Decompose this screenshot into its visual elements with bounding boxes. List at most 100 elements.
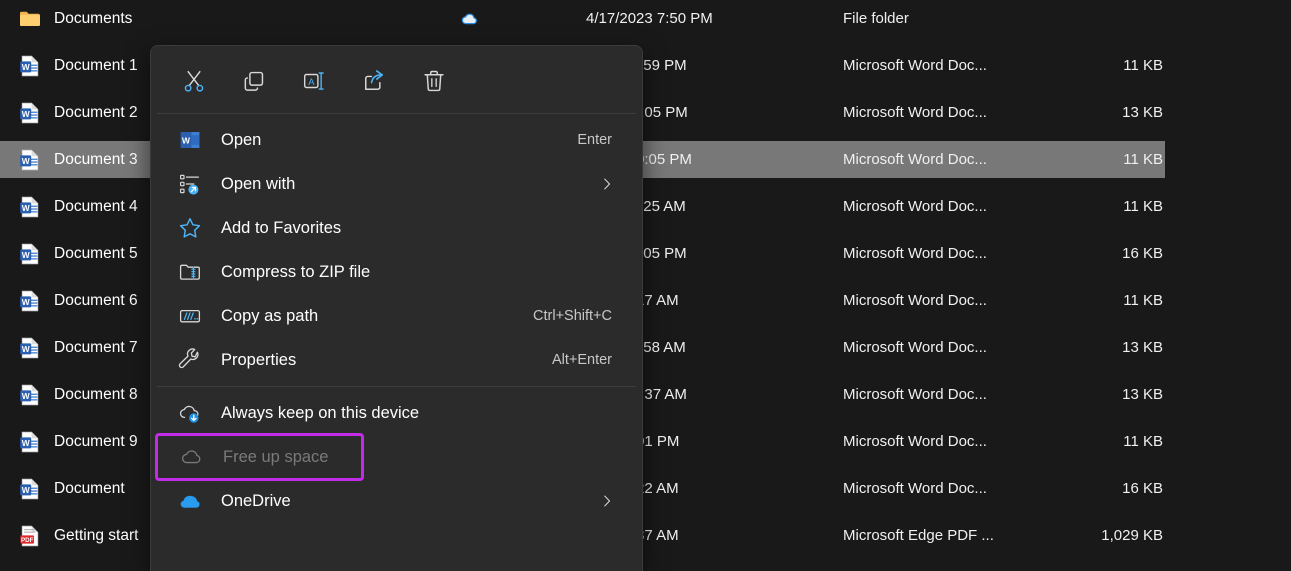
context-menu: A W Open Enter Open with Add to Favorites Com… [150,45,643,571]
word-doc-icon: W [18,101,42,125]
menu-item-free-up-space: Free up space [155,433,364,481]
file-type-cell: Microsoft Word Doc... [843,245,987,262]
svg-text:W: W [22,390,30,400]
file-size-cell: 13 KB [1122,104,1163,121]
wrench-icon [177,347,203,373]
file-name-label: Document 8 [54,385,138,403]
file-size-cell: 16 KB [1122,480,1163,497]
file-size-cell: 11 KB [1123,57,1163,74]
menu-item-onedrive[interactable]: OneDrive [155,479,638,523]
file-type-cell: Microsoft Word Doc... [843,292,987,309]
svg-text:W: W [22,296,30,306]
cloud-download-icon [177,400,203,426]
file-type-cell: File folder [843,10,909,27]
share-icon [361,68,385,92]
file-status-cell [455,9,485,29]
menu-item-compress-to-zip-file[interactable]: Compress to ZIP file [155,250,638,294]
menu-item-open-with[interactable]: Open with [155,162,638,206]
file-name-label: Document 6 [54,291,138,309]
svg-text:A: A [308,76,315,86]
file-name-label: Document 1 [54,56,138,74]
menu-item-add-to-favorites[interactable]: Add to Favorites [155,206,638,250]
file-type-cell: Microsoft Word Doc... [843,151,987,168]
context-menu-group-onedrive: Always keep on this device Free up space O… [151,387,642,527]
file-type-cell: Microsoft Word Doc... [843,104,987,121]
pdf-doc-icon: PDF [18,524,42,548]
word-doc-icon: W [18,383,42,407]
context-menu-toolbar: A [151,46,642,113]
file-name-cell: Documents [18,7,448,31]
menu-item-accelerator: Alt+Enter [551,352,612,368]
delete-button[interactable] [413,60,453,100]
file-name-label: Document 5 [54,244,138,262]
menu-item-label: Open with [221,174,296,193]
file-size-cell: 11 KB [1123,292,1163,309]
menu-item-label: Compress to ZIP file [221,262,371,281]
file-name-label: Document 4 [54,197,138,215]
file-size-cell: 13 KB [1122,386,1163,403]
word-doc-icon: W [18,54,42,78]
svg-text:W: W [22,155,30,165]
menu-item-open[interactable]: W Open Enter [155,118,638,162]
file-type-cell: Microsoft Edge PDF ... [843,527,994,544]
scissors-icon [181,68,205,92]
word-doc-icon: W [18,242,42,266]
menu-item-label: Open [221,130,262,149]
menu-item-accelerator: Enter [577,132,612,148]
file-explorer-window: Documents 4/17/2023 7:50 PM File folder W Do… [0,0,1291,571]
share-button[interactable] [353,60,393,100]
file-size-cell: 11 KB [1123,151,1163,168]
word-doc-icon: W [18,477,42,501]
svg-text:W: W [182,136,191,146]
menu-item-label: Properties [221,350,297,369]
menu-item-label: Always keep on this device [221,403,420,422]
menu-item-copy-as-path[interactable]: Copy as path Ctrl+Shift+C [155,294,638,338]
word-doc-icon: W [18,430,42,454]
file-size-cell: 11 KB [1123,433,1163,450]
file-size-cell: 1,029 KB [1101,527,1163,544]
file-size-cell: 16 KB [1122,245,1163,262]
open-with-icon [177,171,203,197]
word-doc-icon: W [18,289,42,313]
word-doc-icon: W [18,195,42,219]
rename-button[interactable]: A [293,60,333,100]
word-doc-icon: W [18,148,42,172]
file-type-cell: Microsoft Word Doc... [843,386,987,403]
menu-item-label: OneDrive [221,491,291,510]
copy-button[interactable] [233,60,273,100]
star-icon [177,215,203,241]
trash-icon [421,68,445,92]
file-name-label: Document 2 [54,103,138,121]
onedrive-icon [177,488,203,514]
folder-icon [18,7,42,31]
svg-text:W: W [22,484,30,494]
file-name-label: Documents [54,9,133,27]
menu-item-always-keep-on-this-device[interactable]: Always keep on this device [155,391,638,435]
file-size-cell: 11 KB [1123,198,1163,215]
svg-text:W: W [22,108,30,118]
file-row[interactable]: Documents 4/17/2023 7:50 PM File folder [0,0,1165,37]
cloud-outline-icon [179,444,205,470]
svg-text:W: W [22,61,30,71]
file-date-cell: 4/17/2023 7:50 PM [586,10,713,27]
cloud-online-only-icon [460,9,480,29]
word-doc-icon: W [18,336,42,360]
file-name-label: Document 7 [54,338,138,356]
copy-path-icon [177,303,203,329]
menu-item-properties[interactable]: Properties Alt+Enter [155,338,638,382]
cut-button[interactable] [173,60,213,100]
file-type-cell: Microsoft Word Doc... [843,433,987,450]
svg-text:W: W [22,249,30,259]
menu-item-label: Add to Favorites [221,218,342,237]
svg-text:W: W [22,202,30,212]
svg-text:W: W [22,437,30,447]
menu-item-label: Copy as path [221,306,319,325]
copy-icon [241,68,265,92]
zip-folder-icon [177,259,203,285]
file-type-cell: Microsoft Word Doc... [843,57,987,74]
file-type-cell: Microsoft Word Doc... [843,480,987,497]
svg-text:W: W [22,343,30,353]
menu-item-label: Free up space [223,447,329,466]
file-name-label: Document 3 [54,150,138,168]
chevron-right-icon [598,492,622,510]
